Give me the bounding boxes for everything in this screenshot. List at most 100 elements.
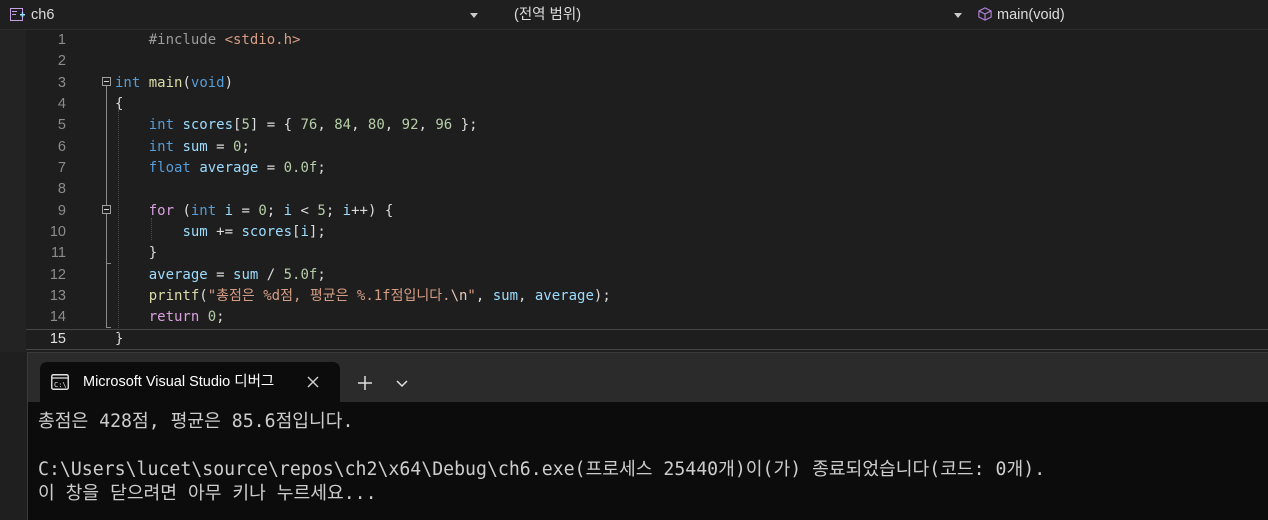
code-line[interactable]: 4{ — [26, 94, 1268, 115]
terminal-line: 이 창을 닫으려면 아무 키나 누르세요... — [38, 483, 377, 504]
code-line[interactable]: 3 int main(void) — [26, 73, 1268, 94]
member-dropdown[interactable]: main(void) — [974, 3, 1266, 27]
code-line[interactable]: 14 return 0; — [26, 307, 1268, 328]
code-token: \n — [450, 287, 468, 304]
code-token: , — [317, 117, 335, 134]
code-token: 5.0f — [283, 266, 318, 283]
code-token: 84 — [334, 117, 352, 134]
code-token: average — [148, 266, 208, 283]
code-editor[interactable]: 1 #include <stdio.h> 2 3 int main(void) 4{5 … — [0, 30, 1268, 352]
terminal-tab[interactable]: C:\ Microsoft Visual Studio 디버그 — [40, 362, 340, 402]
code-text: for (int i = 0; i < 5; i++) { — [115, 201, 394, 222]
line-number: 14 — [49, 309, 66, 326]
line-number: 4 — [57, 95, 66, 112]
chevron-down-icon — [470, 13, 478, 18]
close-icon[interactable] — [306, 375, 320, 389]
code-token: int — [190, 202, 217, 219]
collapse-main-icon[interactable] — [102, 77, 111, 86]
code-token: sum — [492, 287, 519, 304]
indent-guide — [151, 218, 152, 240]
terminal-line: C:\Users\lucet\source\repos\ch2\x64\Debu… — [38, 459, 1046, 480]
code-line[interactable]: 12 average = sum / 5.0f; — [26, 265, 1268, 286]
code-token: int — [148, 117, 175, 134]
line-number: 11 — [50, 245, 66, 262]
code-token: = — [258, 159, 284, 176]
code-token: 5 — [241, 117, 250, 134]
code-token: int — [148, 138, 175, 155]
fold-end-for — [106, 263, 111, 264]
member-name: main(void) — [997, 7, 1065, 23]
code-token: printf — [148, 287, 200, 304]
code-token: , — [351, 117, 368, 134]
code-line[interactable]: 1 #include <stdio.h> — [26, 30, 1268, 51]
code-token: += — [207, 223, 242, 240]
console-icon: C:\ — [51, 374, 69, 390]
line-number: 6 — [57, 138, 66, 155]
code-token: sum — [233, 266, 259, 283]
code-text: } — [115, 243, 157, 264]
code-token: / — [258, 266, 284, 283]
code-token: ] = { — [249, 117, 301, 134]
code-line[interactable]: 7 float average = 0.0f; — [26, 158, 1268, 179]
scope-name: (전역 범위) — [514, 7, 582, 23]
code-text: average = sum / 5.0f; — [115, 265, 326, 286]
code-token: sum — [182, 223, 208, 240]
method-cube-icon — [978, 7, 992, 21]
code-line[interactable]: 11 } — [26, 243, 1268, 264]
code-token: ; — [241, 138, 250, 155]
code-token: <stdio.h> — [224, 32, 301, 48]
code-token: ; — [216, 309, 225, 326]
code-line[interactable]: 10 sum += scores[i]; — [26, 222, 1268, 243]
code-token: } — [115, 330, 124, 347]
line-number: 2 — [57, 53, 66, 70]
code-token: 0 — [207, 309, 217, 326]
project-name: ch6 — [31, 7, 55, 23]
code-token: 76 — [300, 117, 318, 134]
code-line[interactable]: 13 printf("총점은 %d점, 평균은 %.1f점입니다.\n", su… — [26, 286, 1268, 307]
debug-console[interactable]: C:\ Microsoft Visual Studio 디버그 총점은 428점… — [27, 352, 1268, 520]
code-token: 80 — [367, 117, 385, 134]
code-token: i — [342, 202, 352, 219]
code-text: float average = 0.0f; — [115, 158, 326, 179]
code-line[interactable]: 9 for (int i = 0; i < 5; i++) { — [26, 201, 1268, 222]
code-text: { — [115, 94, 123, 115]
code-text: return 0; — [115, 307, 225, 328]
code-line[interactable]: 5 int scores[5] = { 76, 84, 80, 92, 96 }… — [26, 115, 1268, 136]
indent-guide — [118, 110, 119, 336]
indicator-margin — [0, 30, 26, 352]
code-token: sum — [182, 138, 208, 155]
code-token: = — [233, 202, 259, 219]
code-line[interactable]: 15} — [26, 328, 1268, 350]
collapse-for-icon[interactable] — [102, 205, 111, 214]
scope-dropdown[interactable]: (전역 범위) — [490, 3, 966, 27]
code-token: } — [115, 245, 158, 262]
code-line[interactable]: 2 — [26, 51, 1268, 72]
new-tab-icon[interactable] — [355, 373, 375, 393]
code-token: ; — [325, 202, 343, 219]
code-text: int scores[5] = { 76, 84, 80, 92, 96 }; — [115, 115, 478, 136]
line-number: 5 — [57, 117, 66, 134]
code-token: scores — [182, 117, 234, 134]
code-text: int main(void) — [115, 73, 233, 94]
line-number: 8 — [57, 181, 66, 198]
code-token: i — [224, 202, 234, 219]
chevron-down-icon[interactable] — [394, 377, 410, 391]
code-token: for — [148, 202, 175, 219]
code-text: } — [115, 329, 123, 350]
code-line[interactable]: 8 — [26, 179, 1268, 200]
code-token: ); — [593, 287, 611, 304]
terminal-line: 총점은 428점, 평균은 85.6점입니다. — [38, 411, 354, 432]
code-token: 0.0f — [283, 159, 318, 176]
project-dropdown[interactable]: ch6 — [6, 3, 482, 27]
navigation-bar: ch6 (전역 범위) main(void) — [0, 0, 1268, 30]
chevron-down-icon — [954, 13, 962, 18]
line-number: 10 — [49, 223, 66, 240]
code-token: int — [115, 74, 141, 91]
line-number: 13 — [49, 287, 66, 304]
line-number: 3 — [57, 74, 66, 91]
code-line[interactable]: 6 int sum = 0; — [26, 137, 1268, 158]
